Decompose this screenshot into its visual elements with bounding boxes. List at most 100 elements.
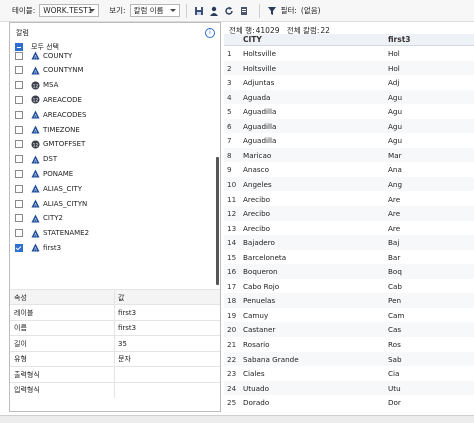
grid-header-first3[interactable]: first3: [388, 35, 411, 44]
column-item[interactable]: A COUNTYNM: [15, 64, 84, 77]
property-value[interactable]: first3: [118, 324, 136, 332]
property-value[interactable]: first3: [118, 309, 136, 317]
column-item[interactable]: 12 GMTOFFSET: [15, 138, 85, 151]
cell-first3[interactable]: Hol: [388, 49, 400, 58]
cell-first3[interactable]: Ana: [388, 165, 402, 174]
cell-first3[interactable]: Agu: [388, 136, 402, 145]
cell-first3[interactable]: Ang: [388, 180, 402, 189]
table-row[interactable]: 2 Holtsville Hol: [224, 60, 474, 76]
table-row[interactable]: 6 Aguadilla Agu: [224, 118, 474, 134]
property-value[interactable]: 문자: [118, 354, 131, 364]
column-item[interactable]: A AREACODES: [15, 108, 86, 121]
refresh-icon[interactable]: [223, 5, 235, 17]
cell-first3[interactable]: Bar: [388, 253, 400, 262]
cell-city[interactable]: Aguadilla: [243, 107, 276, 116]
filter-icon[interactable]: [266, 5, 278, 17]
column-checkbox[interactable]: [15, 66, 23, 75]
cell-city[interactable]: Boqueron: [243, 267, 278, 276]
table-row[interactable]: 25 Dorado Dor: [224, 395, 474, 410]
table-row[interactable]: 8 Maricao Mar: [224, 147, 474, 163]
column-checkbox[interactable]: [15, 243, 23, 252]
column-checkbox[interactable]: [15, 140, 23, 149]
cell-first3[interactable]: Hol: [388, 64, 400, 73]
cell-city[interactable]: Maricao: [243, 151, 271, 160]
column-checkbox[interactable]: [15, 184, 23, 193]
table-row[interactable]: 3 Adjuntas Adj: [224, 75, 474, 90]
cell-first3[interactable]: Are: [388, 195, 400, 204]
table-row[interactable]: 19 Camuy Cam: [224, 308, 474, 323]
cell-first3[interactable]: Agu: [388, 122, 402, 131]
table-row[interactable]: 14 Bajadero Baj: [224, 235, 474, 250]
cell-city[interactable]: Adjuntas: [243, 78, 274, 87]
cell-city[interactable]: Aguada: [243, 93, 270, 102]
table-row[interactable]: 17 Cabo Rojo Cab: [224, 279, 474, 294]
table-row[interactable]: 18 Penuelas Pen: [224, 293, 474, 308]
cell-city[interactable]: Dorado: [243, 398, 269, 407]
table-row[interactable]: 7 Aguadilla Agu: [224, 133, 474, 148]
column-item[interactable]: Afirst3: [15, 241, 61, 254]
table-row[interactable]: 23 Ciales Cia: [224, 366, 474, 381]
table-row[interactable]: 15 Barceloneta Bar: [224, 250, 474, 265]
table-row[interactable]: 11 Arecibo Are: [224, 192, 474, 207]
cell-city[interactable]: Sabana Grande: [243, 355, 299, 364]
table-row[interactable]: 5 Aguadilla Agu: [224, 104, 474, 119]
cell-city[interactable]: Camuy: [243, 311, 268, 320]
column-item[interactable]: A PONAME: [15, 167, 73, 180]
cell-first3[interactable]: Cia: [388, 369, 399, 378]
cell-city[interactable]: Arecibo: [243, 209, 270, 218]
cell-first3[interactable]: Cam: [388, 311, 404, 320]
column-item[interactable]: 12 AREACODE: [15, 93, 82, 106]
cell-city[interactable]: Rosario: [243, 340, 270, 349]
view-select[interactable]: 칼럼 이름: [129, 4, 180, 17]
cell-first3[interactable]: Are: [388, 209, 400, 218]
cell-first3[interactable]: Utu: [388, 384, 401, 393]
column-checkbox[interactable]: [15, 169, 23, 178]
cell-first3[interactable]: Cas: [388, 325, 401, 334]
cell-first3[interactable]: Cab: [388, 282, 402, 291]
table-row[interactable]: 12 Arecibo Are: [224, 206, 474, 221]
cell-first3[interactable]: Dor: [388, 398, 401, 407]
cell-city[interactable]: Arecibo: [243, 224, 270, 233]
column-checkbox[interactable]: [15, 214, 23, 223]
cell-first3[interactable]: Ros: [388, 340, 401, 349]
table-row[interactable]: 24 Utuado Utu: [224, 380, 474, 396]
column-item[interactable]: A TIMEZONE: [15, 123, 80, 136]
cell-city[interactable]: Aguadilla: [243, 122, 276, 131]
cell-city[interactable]: Penuelas: [243, 296, 275, 305]
cell-first3[interactable]: Sab: [388, 355, 402, 364]
table-row[interactable]: 1 Holtsville Hol: [224, 46, 474, 61]
cell-city[interactable]: Castaner: [243, 325, 275, 334]
cell-city[interactable]: Bajadero: [243, 238, 275, 247]
cell-city[interactable]: Cabo Rojo: [243, 282, 279, 291]
column-item[interactable]: A COUNTY: [15, 51, 72, 62]
cell-city[interactable]: Ciales: [243, 369, 265, 378]
cell-city[interactable]: Holtsville: [243, 64, 276, 73]
property-value[interactable]: 35: [118, 340, 127, 348]
cell-first3[interactable]: Are: [388, 224, 400, 233]
table-select[interactable]: WORK.TEST1: [39, 4, 100, 17]
table-row[interactable]: 9 Anasco Ana: [224, 162, 474, 177]
column-checkbox[interactable]: [15, 155, 23, 164]
cell-city[interactable]: Utuado: [243, 384, 269, 393]
help-icon[interactable]: i: [205, 28, 215, 38]
table-row[interactable]: 22 Sabana Grande Sab: [224, 351, 474, 367]
column-item[interactable]: A DST: [15, 153, 57, 166]
cell-first3[interactable]: Baj: [388, 238, 399, 247]
cell-city[interactable]: Aguadilla: [243, 136, 276, 145]
cell-first3[interactable]: Adj: [388, 78, 399, 87]
column-checkbox[interactable]: [15, 110, 23, 119]
cell-city[interactable]: Barceloneta: [243, 253, 286, 262]
cell-first3[interactable]: Agu: [388, 93, 402, 102]
column-list-scrollbar[interactable]: [216, 157, 219, 285]
column-checkbox[interactable]: [15, 199, 23, 208]
cell-city[interactable]: Holtsville: [243, 49, 276, 58]
table-row[interactable]: 13 Arecibo Are: [224, 221, 474, 236]
save-icon[interactable]: [193, 5, 205, 17]
column-item[interactable]: 12 MSA: [15, 79, 58, 92]
column-checkbox[interactable]: [15, 125, 23, 134]
export-icon[interactable]: [238, 5, 250, 17]
table-row[interactable]: 10 Angeles Ang: [224, 176, 474, 192]
grid-header-city[interactable]: CITY: [243, 35, 262, 44]
column-item[interactable]: A ALIAS_CITY: [15, 182, 82, 195]
select-all-checkbox[interactable]: [15, 43, 23, 51]
